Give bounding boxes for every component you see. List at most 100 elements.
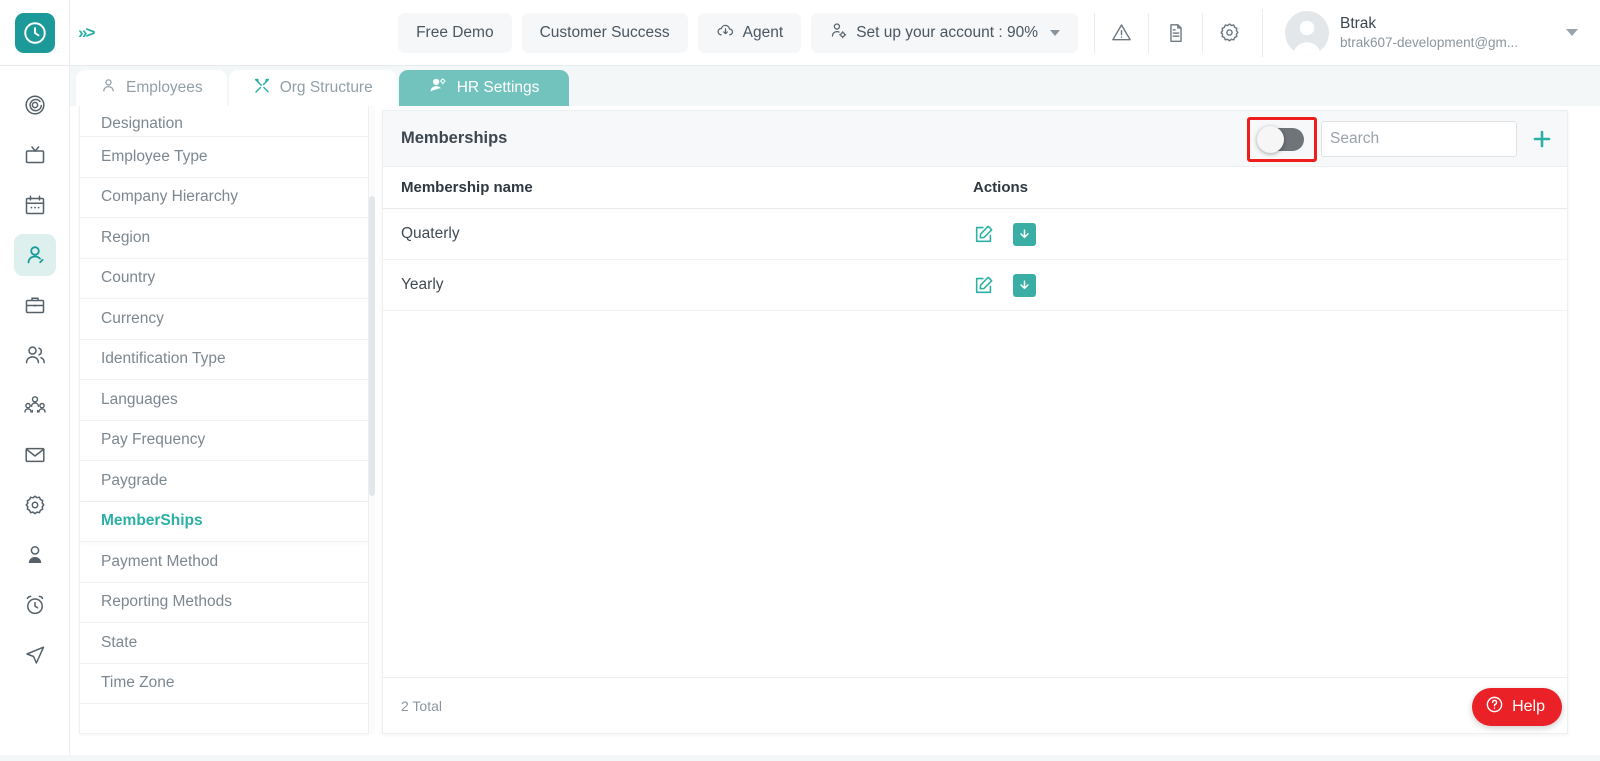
edit-icon[interactable] xyxy=(973,274,995,296)
user-text: Btrak btrak607-development@gm... xyxy=(1340,15,1555,50)
table-row: Quaterly xyxy=(383,209,1567,260)
tab-hr-settings[interactable]: HR Settings xyxy=(398,70,570,106)
settings-item-label: Designation xyxy=(101,115,183,132)
agent-label: Agent xyxy=(742,23,784,41)
table-row: Yearly xyxy=(383,260,1567,311)
tab-employees-label: Employees xyxy=(126,79,203,96)
archive-toggle-highlight xyxy=(1247,116,1317,162)
help-label: Help xyxy=(1512,698,1545,715)
users-gear-icon xyxy=(429,76,448,100)
settings-item-label: Payment Method xyxy=(101,552,219,570)
settings-gear-icon[interactable] xyxy=(14,484,56,526)
column-header-membership-name: Membership name xyxy=(401,179,533,196)
tab-bar: Employees Org Structure HR Settings xyxy=(70,66,1600,106)
column-header-actions: Actions xyxy=(973,179,1029,196)
agent-button[interactable]: Agent xyxy=(697,12,802,53)
settings-item-state[interactable]: State xyxy=(80,623,368,664)
person-gear-icon xyxy=(829,21,848,45)
settings-item-memberships[interactable]: MemberShips xyxy=(80,501,368,542)
settings-item-employee-type[interactable]: Employee Type xyxy=(80,137,368,178)
calendar-icon[interactable] xyxy=(14,184,56,226)
plus-icon[interactable] xyxy=(1517,111,1567,167)
hr-settings-menu: Designation Employee Type Company Hierarch… xyxy=(79,106,369,734)
bottom-strip xyxy=(0,755,1600,761)
warning-triangle-icon[interactable] xyxy=(1094,12,1148,53)
settings-list-scrollbar[interactable] xyxy=(369,106,375,734)
panel-title: Memberships xyxy=(401,129,508,147)
customer-success-button[interactable]: Customer Success xyxy=(521,12,688,53)
settings-item-designation[interactable]: Designation xyxy=(80,106,368,137)
header-icon-group xyxy=(1094,12,1256,53)
tab-org-structure[interactable]: Org Structure xyxy=(228,70,397,106)
settings-item-label: MemberShips xyxy=(101,512,203,530)
alarm-clock-icon[interactable] xyxy=(14,584,56,626)
settings-item-region[interactable]: Region xyxy=(80,218,368,259)
scrollbar-thumb[interactable] xyxy=(369,196,375,496)
cell-membership-name: Quaterly xyxy=(401,225,460,242)
search-box[interactable] xyxy=(1321,121,1517,157)
archive-icon[interactable] xyxy=(1013,273,1036,297)
chevron-double-right-icon[interactable]: »> xyxy=(78,23,95,43)
settings-item-time-zone[interactable]: Time Zone xyxy=(80,664,368,704)
cell-membership-name: Yearly xyxy=(401,276,444,293)
edit-icon[interactable] xyxy=(973,223,995,245)
gear-icon[interactable] xyxy=(1202,12,1256,53)
panel-header: Memberships xyxy=(383,111,1567,167)
clock-logo-icon[interactable] xyxy=(14,12,55,53)
settings-item-label: Employee Type xyxy=(101,147,208,165)
settings-item-label: Pay Frequency xyxy=(101,431,206,449)
target-icon[interactable] xyxy=(14,84,56,126)
settings-item-reporting-methods[interactable]: Reporting Methods xyxy=(80,583,368,623)
settings-item-paygrade[interactable]: Paygrade xyxy=(80,461,368,502)
setup-account-label: Set up your account : 90% xyxy=(856,23,1038,41)
cloud-download-icon xyxy=(716,21,735,45)
settings-item-payment-method[interactable]: Payment Method xyxy=(80,542,368,583)
user-profile-icon[interactable] xyxy=(14,534,56,576)
settings-item-country[interactable]: Country xyxy=(80,259,368,299)
send-navigate-icon[interactable] xyxy=(14,634,56,676)
settings-item-pay-frequency[interactable]: Pay Frequency xyxy=(80,421,368,461)
settings-item-label: Company Hierarchy xyxy=(101,188,238,206)
archive-icon[interactable] xyxy=(1013,222,1036,246)
user-menu[interactable]: Btrak btrak607-development@gm... xyxy=(1262,8,1600,57)
settings-item-label: Region xyxy=(101,228,151,246)
tab-employees[interactable]: Employees xyxy=(76,70,227,106)
cell-actions xyxy=(973,222,1113,246)
settings-item-label: Country xyxy=(101,269,156,287)
settings-item-label: Languages xyxy=(101,390,178,408)
help-button[interactable]: Help xyxy=(1472,688,1562,726)
archive-toggle[interactable] xyxy=(1257,125,1304,153)
settings-item-label: Currency xyxy=(101,309,164,327)
user-name: Btrak xyxy=(1340,15,1377,32)
question-circle-icon xyxy=(1485,695,1504,719)
table-header-row: Membership name Actions xyxy=(383,167,1567,209)
panel-footer: 2 Total xyxy=(383,677,1567,733)
tv-icon[interactable] xyxy=(14,134,56,176)
people-icon[interactable] xyxy=(14,334,56,376)
setup-account-button[interactable]: Set up your account : 90% xyxy=(811,12,1078,53)
settings-item-label: Time Zone xyxy=(101,674,175,692)
logo-zone xyxy=(0,0,70,66)
settings-item-languages[interactable]: Languages xyxy=(80,380,368,421)
table-body: Quaterly Yearly xyxy=(383,209,1567,677)
search-input[interactable] xyxy=(1330,130,1508,148)
person-icon[interactable] xyxy=(13,234,56,276)
settings-item-currency[interactable]: Currency xyxy=(80,299,368,340)
free-demo-label: Free Demo xyxy=(416,23,494,41)
chevron-down-icon xyxy=(1050,29,1060,36)
memberships-panel: Memberships Membership name xyxy=(382,110,1568,734)
free-demo-button[interactable]: Free Demo xyxy=(398,12,512,53)
group-org-icon[interactable] xyxy=(14,384,56,426)
settings-item-label: Reporting Methods xyxy=(101,593,232,611)
settings-item-company-hierarchy[interactable]: Company Hierarchy xyxy=(80,178,368,218)
chevron-down-icon[interactable] xyxy=(1566,29,1578,36)
top-header: »> Free Demo Customer Success Agent Set … xyxy=(0,0,1600,66)
total-count: 2 Total xyxy=(401,697,442,714)
mail-icon[interactable] xyxy=(14,434,56,476)
settings-item-identification-type[interactable]: Identification Type xyxy=(80,340,368,380)
avatar-icon xyxy=(1285,10,1329,55)
document-icon[interactable] xyxy=(1148,12,1202,53)
briefcase-icon[interactable] xyxy=(14,284,56,326)
tab-hr-settings-label: HR Settings xyxy=(456,79,540,96)
cell-actions xyxy=(973,273,1113,297)
